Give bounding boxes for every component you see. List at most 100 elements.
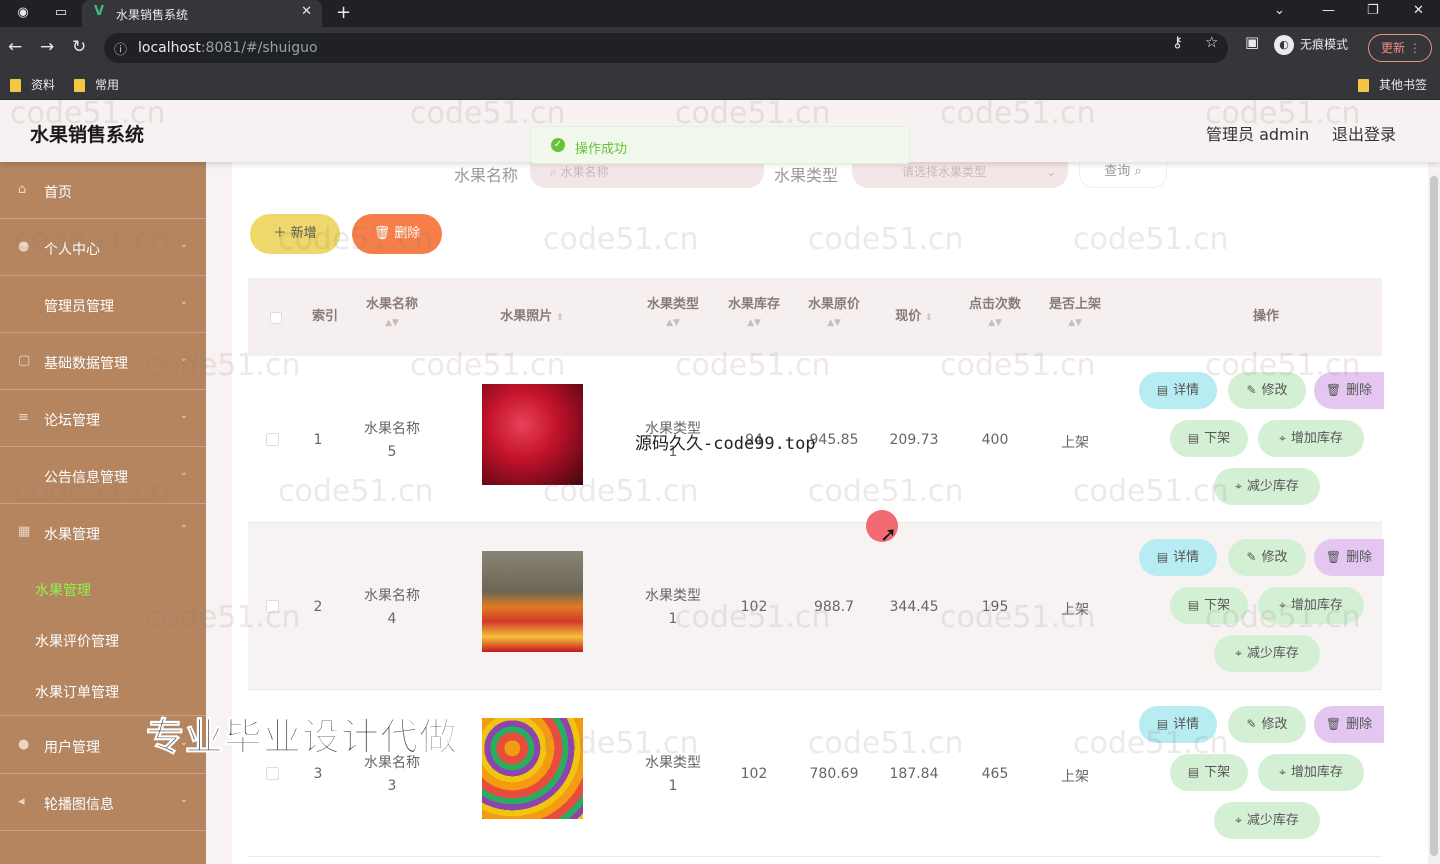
back-icon[interactable]: ← (8, 37, 22, 57)
off-shelf-button[interactable]: ▤ 下架 (1170, 587, 1248, 624)
edit-button[interactable]: ✎ 修改 (1228, 372, 1306, 409)
off-shelf-button[interactable]: ▤ 下架 (1170, 420, 1248, 457)
query-button[interactable]: 查询 ⌕ (1079, 162, 1167, 188)
column-header-photo[interactable]: 水果照片 ⇕ (472, 278, 592, 356)
sidebar-subitem-fruit-manage[interactable]: 水果管理 (0, 563, 206, 614)
new-tab-icon[interactable]: + (336, 2, 351, 23)
column-header-label: 现价 (895, 309, 922, 324)
add-stock-button[interactable]: ⌖ 增加库存 (1258, 754, 1364, 791)
sort-icon[interactable]: ▲▼ (1035, 318, 1115, 328)
minimize-icon[interactable]: — (1322, 3, 1335, 18)
sidebar-subitem-label: 水果评价管理 (35, 634, 119, 650)
browser-tab[interactable]: V 水果销售系统 ✕ (82, 0, 322, 27)
off-shelf-button[interactable]: ▤ 下架 (1170, 754, 1248, 791)
delete-label: 删除 (1346, 717, 1373, 732)
window-close-icon[interactable]: ✕ (1413, 3, 1424, 18)
column-header-stock[interactable]: 水果库存 ▲▼ (714, 278, 794, 356)
sort-icon[interactable]: ▲▼ (352, 318, 432, 328)
chevron-down-icon: ⌄ (1045, 165, 1056, 179)
reduce-stock-button[interactable]: ⌖ 减少库存 (1214, 468, 1320, 505)
bookmark-star-icon[interactable]: ☆ (1205, 33, 1218, 51)
delete-button[interactable]: 🗑 删除 (1314, 372, 1384, 409)
search-name-placeholder: 水果名称 (560, 165, 609, 179)
promo-banner: 专业毕业设计代做 (145, 715, 459, 760)
sort-icon[interactable]: ⇕ (925, 313, 933, 323)
column-header-type[interactable]: 水果类型 ▲▼ (633, 278, 713, 356)
tab-search-icon[interactable]: ⌄ (1274, 3, 1285, 18)
search-name-input[interactable]: ⌕ 水果名称 (530, 162, 764, 188)
tab-close-icon[interactable]: ✕ (301, 4, 312, 19)
column-header-current-price[interactable]: 现价 ⇕ (874, 278, 954, 356)
sidepanel-icon[interactable]: ▣ (1245, 33, 1259, 51)
logout-link[interactable]: 退出登录 (1332, 121, 1396, 145)
add-stock-button[interactable]: ⌖ 增加库存 (1258, 420, 1364, 457)
delete-button[interactable]: 🗑 删除 (1314, 539, 1384, 576)
row-checkbox[interactable] (266, 767, 279, 780)
url-field[interactable]: ⓘ localhost:8081/#/shuiguo (104, 33, 1228, 63)
restore-icon[interactable]: ❐ (1367, 3, 1379, 18)
select-all-checkbox[interactable] (270, 312, 282, 324)
fruit-assortment-photo[interactable] (482, 551, 583, 652)
tab-window-icon[interactable]: ▭ (52, 5, 70, 21)
detail-button[interactable]: ▤ 详情 (1139, 706, 1217, 743)
sidebar-item-notices[interactable]: 公告信息管理 ⌄ (0, 447, 206, 504)
sidebar-item-label: 公告信息管理 (44, 470, 128, 486)
sort-icon[interactable]: ▲▼ (714, 318, 794, 328)
bookmark-label: 其他书签 (1379, 78, 1428, 92)
edit-button[interactable]: ✎ 修改 (1228, 539, 1306, 576)
reduce-stock-button[interactable]: ⌖ 减少库存 (1214, 635, 1320, 672)
sort-icon[interactable]: ▲▼ (955, 318, 1035, 328)
tab-title: 水果销售系统 (116, 8, 189, 22)
sidebar-item-admins[interactable]: 管理员管理 ⌄ (0, 276, 206, 333)
batch-delete-button[interactable]: 🗑 删除 (352, 214, 442, 254)
sidebar-item-fruits[interactable]: ▦ 水果管理 ⌃ (0, 504, 206, 561)
document-icon: ▤ (1187, 431, 1200, 445)
key-icon[interactable]: ⚷ (1172, 33, 1183, 51)
sidebar-subitem-fruit-reviews[interactable]: 水果评价管理 (0, 614, 206, 665)
bookmark-folder[interactable]: 资料 (10, 76, 55, 93)
column-header-price[interactable]: 水果原价 ▲▼ (794, 278, 874, 356)
pencil-icon: ✎ (1246, 717, 1257, 731)
detail-button[interactable]: ▤ 详情 (1139, 539, 1217, 576)
pomegranate-photo[interactable] (482, 384, 583, 485)
page-scrollbar[interactable] (1428, 172, 1440, 864)
bookmark-label: 资料 (31, 78, 56, 92)
other-bookmarks[interactable]: 其他书签 (1358, 76, 1427, 93)
sidebar-item-forum[interactable]: ≡ 论坛管理 ⌄ (0, 390, 206, 447)
row-checkbox[interactable] (266, 600, 279, 613)
sidebar-item-home[interactable]: ⌂ 首页 (0, 162, 206, 219)
edit-button[interactable]: ✎ 修改 (1228, 706, 1306, 743)
column-header-clicks[interactable]: 点击次数 ▲▼ (955, 278, 1035, 356)
site-info-icon[interactable]: ⓘ (114, 39, 127, 58)
sidebar-item-basic-data[interactable]: ▢ 基础数据管理 ⌄ (0, 333, 206, 390)
row-checkbox[interactable] (266, 433, 279, 446)
detail-button[interactable]: ▤ 详情 (1139, 372, 1217, 409)
bookmark-folder[interactable]: 常用 (74, 76, 119, 93)
sort-icon[interactable]: ▲▼ (794, 318, 874, 328)
sort-icon[interactable]: ⇕ (556, 313, 564, 323)
document-icon: ▤ (1187, 765, 1200, 779)
reload-icon[interactable]: ↻ (72, 37, 86, 57)
delete-button[interactable]: 🗑 删除 (1314, 706, 1384, 743)
sidebar-item-label: 基础数据管理 (44, 356, 128, 372)
mixed-fruits-photo[interactable] (482, 718, 583, 819)
column-header-actions: 操作 (1206, 278, 1326, 356)
column-header-name[interactable]: 水果名称 ▲▼ (352, 278, 432, 356)
sidebar-item-carousel[interactable]: ◂ 轮播图信息 ⌄ (0, 774, 206, 831)
cell-name: 水果名称 4 (352, 585, 432, 631)
incognito-indicator[interactable]: ◐ 无痕模式 (1274, 35, 1348, 55)
reduce-stock-button[interactable]: ⌖ 减少库存 (1214, 802, 1320, 839)
add-button[interactable]: ＋ 新增 (250, 214, 340, 254)
sidebar-item-profile[interactable]: ● 个人中心 ⌄ (0, 219, 206, 276)
update-button[interactable]: 更新 ⋮ (1368, 34, 1432, 62)
cell-text: 1 (668, 611, 678, 627)
search-type-select[interactable]: 请选择水果类型 ⌄ (852, 162, 1068, 188)
sort-icon[interactable]: ▲▼ (633, 318, 713, 328)
add-stock-button[interactable]: ⌖ 增加库存 (1258, 587, 1364, 624)
browser-menu-icon[interactable]: ◉ (14, 5, 32, 21)
column-header-index[interactable]: 索引 (300, 278, 350, 356)
column-header-on-shelf[interactable]: 是否上架 ▲▼ (1035, 278, 1115, 356)
scrollbar-thumb[interactable] (1430, 176, 1438, 856)
sidebar-item-label: 个人中心 (44, 242, 100, 258)
forward-icon[interactable]: → (40, 37, 54, 57)
